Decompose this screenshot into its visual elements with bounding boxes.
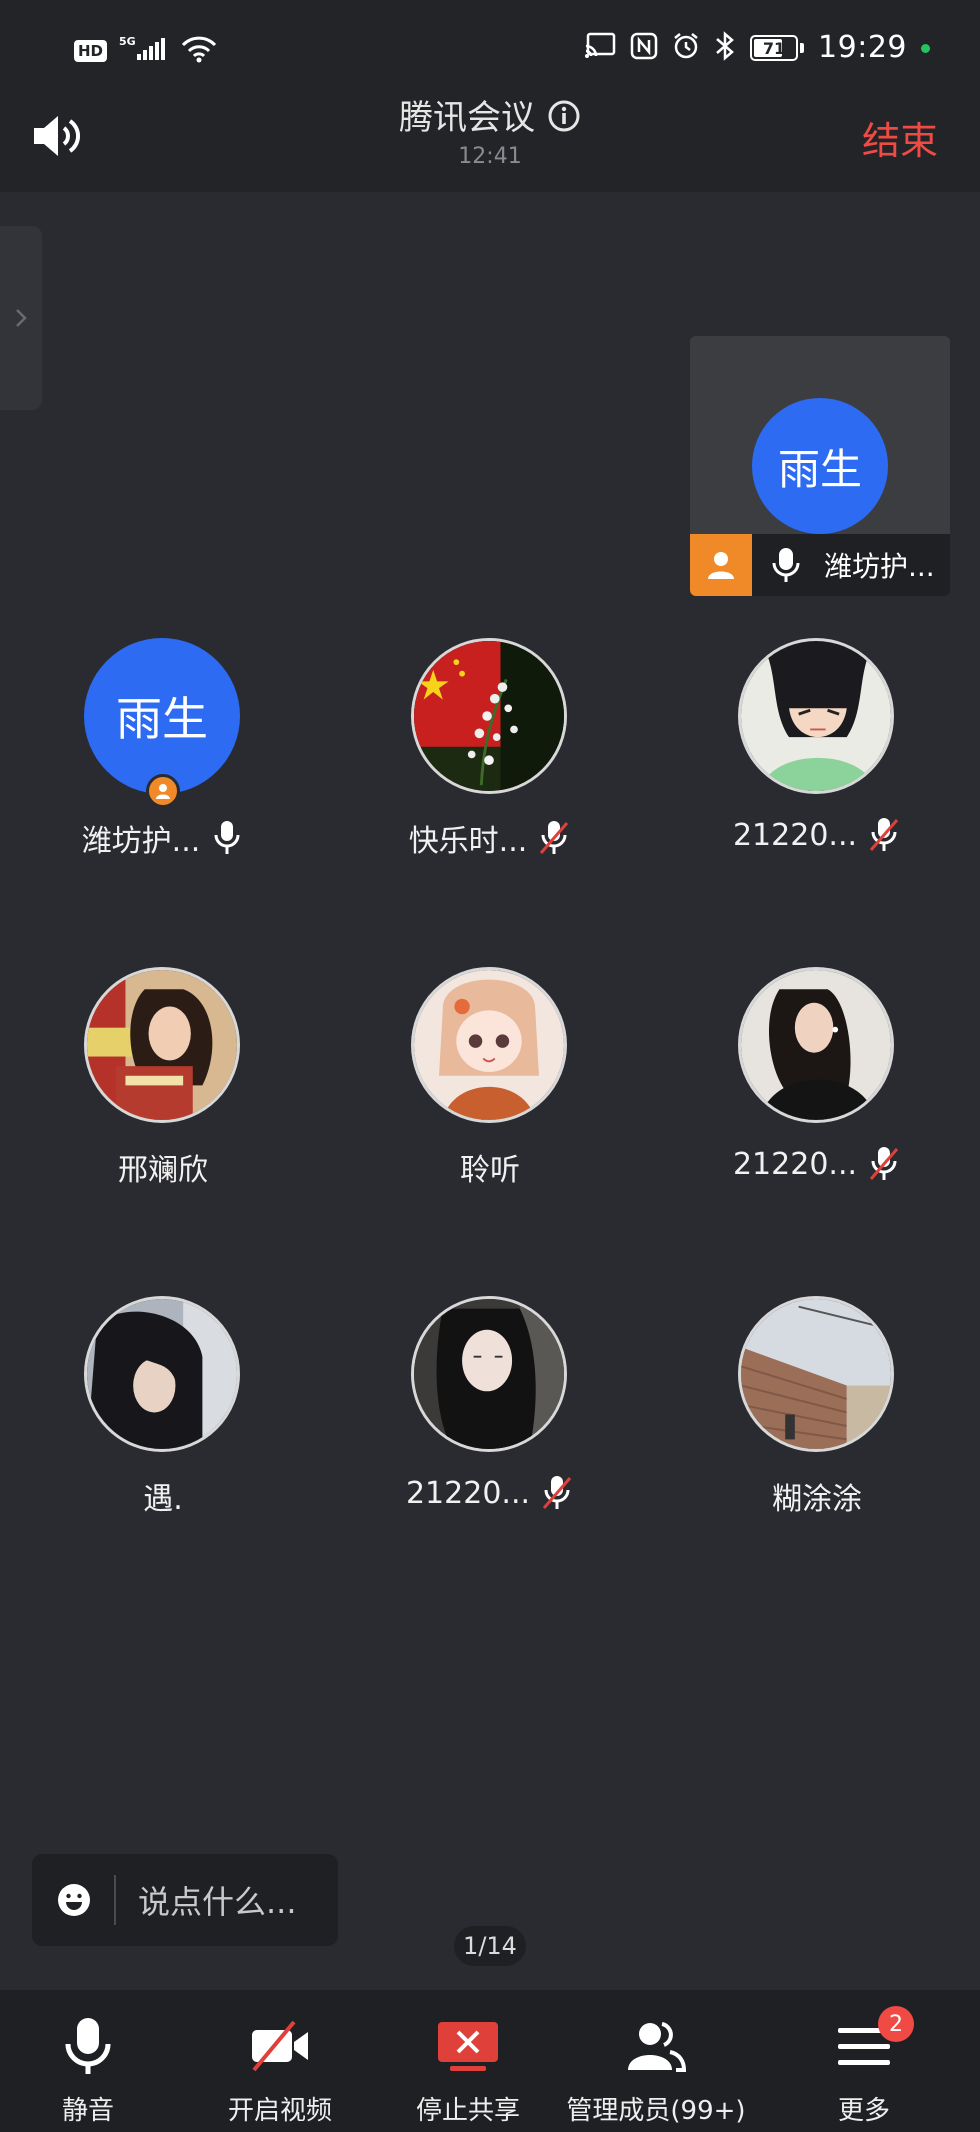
participant-tile[interactable]: 21220... bbox=[654, 967, 980, 1297]
notification-badge: 2 bbox=[878, 2006, 914, 2042]
battery-icon: 71 bbox=[750, 35, 799, 61]
participant-tile[interactable]: 21220... bbox=[654, 638, 980, 968]
host-icon bbox=[690, 534, 752, 596]
participant-tile[interactable]: 快乐时... bbox=[327, 638, 653, 968]
stop-share-button[interactable]: 停止共享 bbox=[370, 2014, 566, 2127]
network-type: 5G bbox=[119, 35, 136, 48]
divider bbox=[114, 1875, 116, 1925]
emoji-icon[interactable] bbox=[56, 1882, 92, 1918]
end-meeting-button[interactable]: 结束 bbox=[862, 110, 938, 165]
signal-icon: 5G bbox=[119, 34, 169, 67]
mute-button[interactable]: 静音 bbox=[0, 2014, 186, 2127]
info-icon[interactable] bbox=[547, 99, 581, 137]
battery-level: 71 bbox=[762, 38, 786, 58]
stop-share-icon bbox=[438, 2022, 498, 2071]
stop-share-label: 停止共享 bbox=[415, 2096, 520, 2126]
participant-name: 21220... bbox=[732, 817, 858, 853]
members-icon bbox=[628, 2022, 687, 2072]
self-tile-bar: 潍坊护... bbox=[690, 534, 950, 596]
hd-icon: HD bbox=[74, 39, 108, 62]
chevron-right-icon bbox=[16, 309, 27, 327]
participant-name: 潍坊护... bbox=[81, 824, 201, 859]
side-panel-toggle[interactable] bbox=[0, 226, 42, 410]
alarm-icon bbox=[672, 32, 700, 64]
start-video-label: 开启视频 bbox=[227, 2096, 332, 2126]
avatar: 雨生 bbox=[752, 398, 888, 534]
bottom-toolbar: 静音 开启视频 停止共享 管理成员(99+) 2 更多 bbox=[0, 1990, 980, 2132]
start-video-button[interactable]: 开启视频 bbox=[182, 2014, 378, 2127]
avatar bbox=[738, 638, 894, 794]
participant-tile[interactable]: 21220... bbox=[327, 1296, 653, 1626]
meeting-duration: 12:41 bbox=[458, 144, 522, 169]
host-icon bbox=[146, 774, 180, 808]
participant-tile[interactable]: 聆听 bbox=[327, 967, 653, 1297]
page-indicator: 1/14 bbox=[454, 1926, 526, 1966]
privacy-dot-icon bbox=[921, 43, 930, 53]
avatar bbox=[411, 1296, 567, 1452]
avatar: 雨生 bbox=[84, 638, 240, 794]
participant-tile[interactable]: 遇. bbox=[0, 1296, 326, 1626]
meeting-header: 腾讯会议 12:41 结束 bbox=[0, 80, 980, 192]
avatar bbox=[738, 967, 894, 1123]
avatar bbox=[411, 638, 567, 794]
microphone-muted-icon bbox=[542, 1476, 572, 1509]
participant-name: 糊涂涂 bbox=[772, 1482, 862, 1517]
manage-members-label: 管理成员(99+) bbox=[566, 2096, 746, 2126]
clock: 19:29 bbox=[818, 30, 907, 65]
self-name: 潍坊护... bbox=[824, 550, 935, 583]
participant-name: 遇. bbox=[143, 1482, 183, 1517]
video-off-icon bbox=[252, 2020, 308, 2072]
participant-tile[interactable]: 雨生 潍坊护... bbox=[0, 638, 326, 968]
participant-name: 21220... bbox=[405, 1475, 531, 1511]
nfc-icon bbox=[630, 32, 658, 64]
participant-tile[interactable]: 糊涂涂 bbox=[654, 1296, 980, 1626]
participant-name: 21220... bbox=[732, 1146, 858, 1182]
status-bar: HD 5G 71 19:29 bbox=[0, 0, 980, 80]
cast-icon bbox=[584, 32, 616, 64]
avatar bbox=[411, 967, 567, 1123]
participant-tile[interactable]: 邢斓欣 bbox=[0, 967, 326, 1297]
microphone-icon bbox=[214, 821, 240, 854]
microphone-muted-icon bbox=[869, 818, 899, 851]
microphone-icon bbox=[65, 2018, 111, 2074]
microphone-muted-icon bbox=[540, 821, 569, 854]
avatar bbox=[738, 1296, 894, 1452]
chat-input[interactable]: 说点什么... bbox=[32, 1854, 338, 1946]
microphone-icon bbox=[772, 548, 800, 582]
chat-placeholder: 说点什么... bbox=[138, 1883, 297, 1921]
manage-members-button[interactable]: 管理成员(99+) bbox=[558, 2014, 754, 2127]
avatar bbox=[84, 1296, 240, 1452]
participant-name: 邢斓欣 bbox=[118, 1153, 208, 1188]
mute-label: 静音 bbox=[61, 2096, 114, 2126]
more-label: 更多 bbox=[837, 2096, 890, 2126]
microphone-muted-icon bbox=[869, 1147, 899, 1180]
avatar bbox=[84, 967, 240, 1123]
wifi-icon bbox=[181, 35, 217, 67]
participant-name: 聆听 bbox=[460, 1153, 520, 1188]
bluetooth-icon bbox=[714, 31, 736, 65]
self-video-tile[interactable]: 雨生 潍坊护... bbox=[690, 336, 950, 596]
more-button[interactable]: 2 更多 bbox=[766, 2006, 962, 2127]
participant-name: 快乐时... bbox=[408, 824, 528, 859]
meeting-title: 腾讯会议 bbox=[399, 98, 535, 138]
